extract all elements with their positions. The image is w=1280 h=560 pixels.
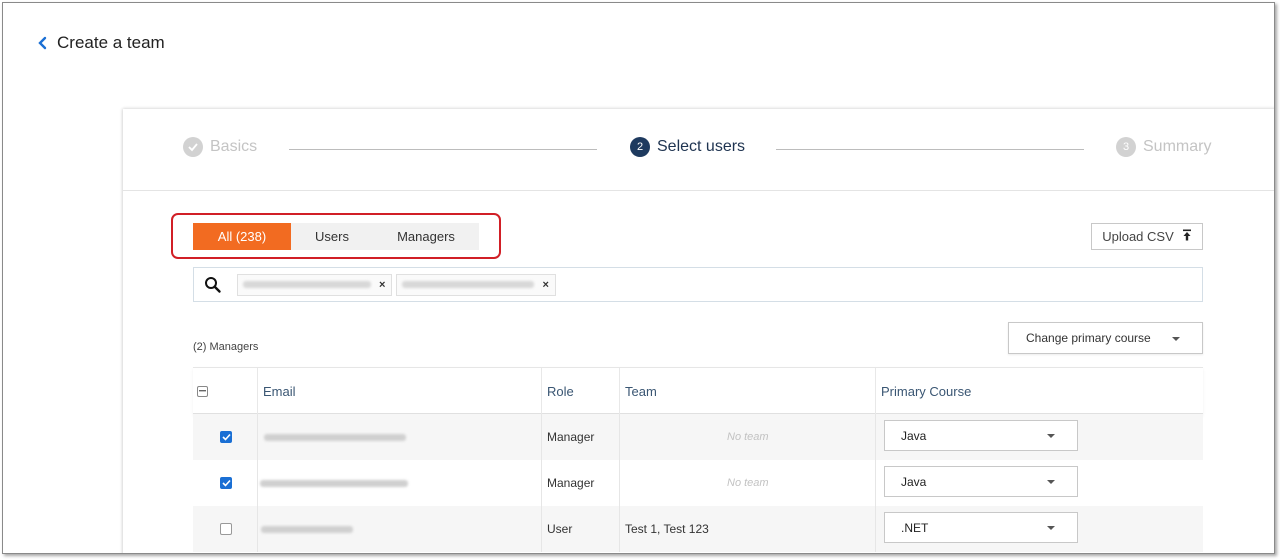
search-chip: × <box>396 273 556 296</box>
user-search-input[interactable]: × × <box>193 267 1203 302</box>
tab-all[interactable]: All (238) <box>193 223 291 250</box>
filter-tabs: All (238) Users Managers <box>193 223 479 250</box>
change-course-label: Change primary course <box>1026 331 1151 345</box>
column-team[interactable]: Team <box>620 368 876 414</box>
email-cell <box>258 506 542 552</box>
tab-users[interactable]: Users <box>291 223 373 250</box>
column-role[interactable]: Role <box>542 368 620 414</box>
step-number-badge: 3 <box>1116 137 1136 157</box>
upload-csv-button[interactable]: Upload CSV <box>1091 223 1203 250</box>
email-cell <box>258 460 542 506</box>
app-window: Create a team Basics 2 Select users 3 Su… <box>2 2 1275 554</box>
change-primary-course-button[interactable]: Change primary course <box>1008 322 1203 354</box>
tab-managers[interactable]: Managers <box>373 223 479 250</box>
no-team-placeholder: No team <box>727 477 769 489</box>
close-icon[interactable]: × <box>379 279 385 291</box>
primary-course-select[interactable]: Java <box>884 466 1078 497</box>
chevron-down-icon <box>1047 480 1055 484</box>
role-cell: Manager <box>542 460 620 506</box>
search-chip: × <box>237 273 393 296</box>
row-checkbox[interactable] <box>220 477 232 489</box>
header-select-cell <box>193 368 258 414</box>
no-team-placeholder: No team <box>727 431 769 443</box>
step-divider <box>289 149 597 150</box>
users-table: Email Role Team Primary Course Manager N… <box>193 367 1203 552</box>
row-select-cell <box>193 414 258 460</box>
back-link[interactable]: Create a team <box>35 33 165 53</box>
wizard-card: Basics 2 Select users 3 Summary All (238… <box>123 109 1274 553</box>
step-select-users[interactable]: 2 Select users <box>630 137 745 157</box>
step-basics[interactable]: Basics <box>183 137 257 157</box>
step-summary[interactable]: 3 Summary <box>1116 137 1211 157</box>
step-label: Select users <box>657 138 746 155</box>
row-checkbox[interactable] <box>220 523 232 535</box>
course-cell: .NET <box>876 506 1203 552</box>
primary-course-select[interactable]: .NET <box>884 512 1078 543</box>
team-cell: Test 1, Test 123 <box>620 506 876 552</box>
chip-label <box>402 281 535 288</box>
email-cell <box>258 414 542 460</box>
back-link-label: Create a team <box>57 33 165 52</box>
checkmark-icon <box>183 137 203 157</box>
upload-icon <box>1182 229 1192 244</box>
chevron-down-icon <box>1047 526 1055 530</box>
primary-course-select[interactable]: Java <box>884 420 1078 451</box>
table-row: Manager No team Java <box>193 414 1203 460</box>
team-cell: No team <box>620 460 876 506</box>
step-divider <box>776 149 1084 150</box>
select-all-checkbox[interactable] <box>197 385 208 397</box>
stepper: Basics 2 Select users 3 Summary <box>123 109 1274 191</box>
table-row: Manager No team Java <box>193 460 1203 506</box>
selection-count: (2) Managers <box>193 341 259 353</box>
step-label: Summary <box>1143 138 1212 155</box>
row-select-cell <box>193 460 258 506</box>
role-cell: User <box>542 506 620 552</box>
column-primary-course[interactable]: Primary Course <box>876 368 1203 414</box>
upload-csv-label: Upload CSV <box>1102 229 1174 244</box>
team-cell: No team <box>620 414 876 460</box>
course-cell: Java <box>876 414 1203 460</box>
row-checkbox[interactable] <box>220 431 232 443</box>
chevron-down-icon <box>1047 434 1055 438</box>
role-cell: Manager <box>542 414 620 460</box>
table-row: User Test 1, Test 123 .NET <box>193 506 1203 552</box>
chip-label <box>243 281 371 288</box>
row-select-cell <box>193 506 258 552</box>
search-icon <box>204 276 222 294</box>
close-icon[interactable]: × <box>542 279 548 291</box>
step-label: Basics <box>210 138 258 155</box>
chevron-down-icon <box>1172 337 1180 341</box>
course-cell: Java <box>876 460 1203 506</box>
table-header: Email Role Team Primary Course <box>193 367 1203 414</box>
step-number-badge: 2 <box>630 137 650 157</box>
column-email[interactable]: Email <box>258 368 542 414</box>
chevron-left-icon <box>35 33 53 53</box>
